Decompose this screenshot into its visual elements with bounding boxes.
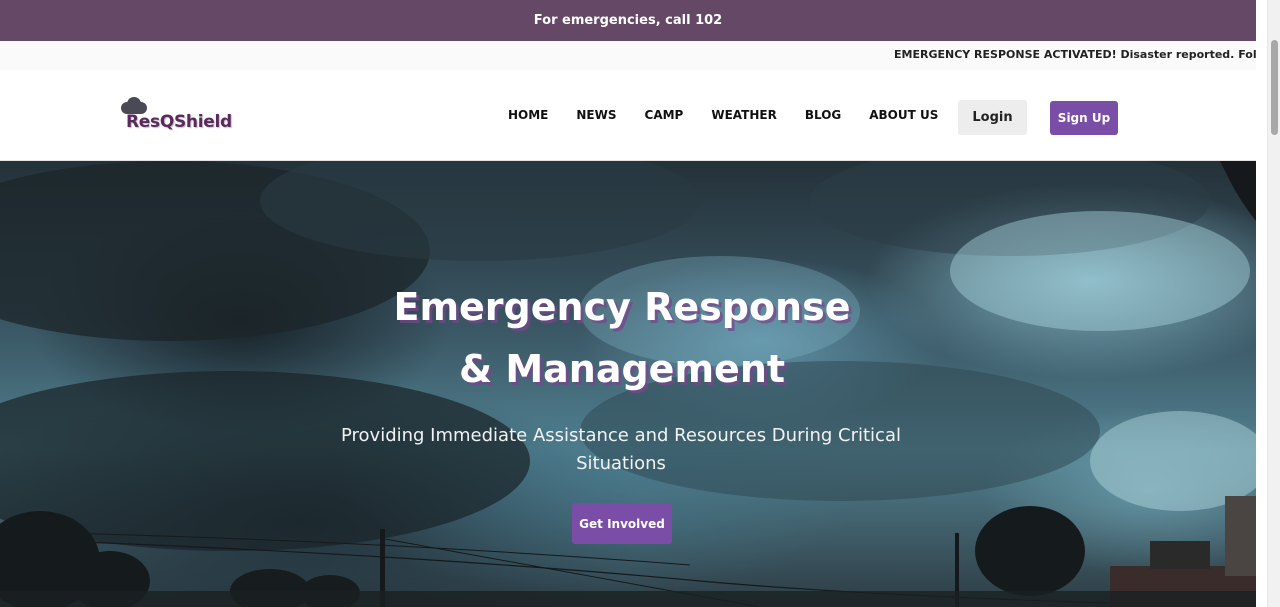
hero-title: Emergency Response & Management xyxy=(300,276,944,400)
alert-ticker: EMERGENCY RESPONSE ACTIVATED! Disaster r… xyxy=(0,41,1256,70)
alert-ticker-text: EMERGENCY RESPONSE ACTIVATED! Disaster r… xyxy=(894,48,1256,61)
hero-title-line-1: Emergency Response xyxy=(393,285,851,329)
nav-camp[interactable]: CAMP xyxy=(645,108,684,122)
nav-home[interactable]: HOME xyxy=(508,108,548,122)
page-scrollbar[interactable] xyxy=(1267,0,1280,607)
scrollbar-thumb[interactable] xyxy=(1271,40,1278,135)
get-involved-button[interactable]: Get Involved xyxy=(572,503,672,544)
nav-news[interactable]: NEWS xyxy=(576,108,616,122)
main-nav: HOME NEWS CAMP WEATHER BLOG ABOUT US xyxy=(494,108,952,122)
sign-up-button[interactable]: Sign Up xyxy=(1050,101,1118,135)
nav-blog[interactable]: BLOG xyxy=(805,108,841,122)
brand-name: ResQShield xyxy=(126,112,232,132)
nav-about-us[interactable]: ABOUT US xyxy=(869,108,938,122)
nav-weather[interactable]: WEATHER xyxy=(711,108,776,122)
hero-title-line-2: & Management xyxy=(458,347,786,391)
emergency-call-banner: For emergencies, call 102 xyxy=(0,0,1256,41)
login-button[interactable]: Login xyxy=(958,100,1027,135)
hero-subtitle: Providing Immediate Assistance and Resou… xyxy=(340,425,901,474)
hero-section: Emergency Response & Management Providin… xyxy=(0,161,1256,607)
emergency-call-text: For emergencies, call 102 xyxy=(533,13,723,28)
brand-logo[interactable]: ResQShield xyxy=(118,96,248,136)
